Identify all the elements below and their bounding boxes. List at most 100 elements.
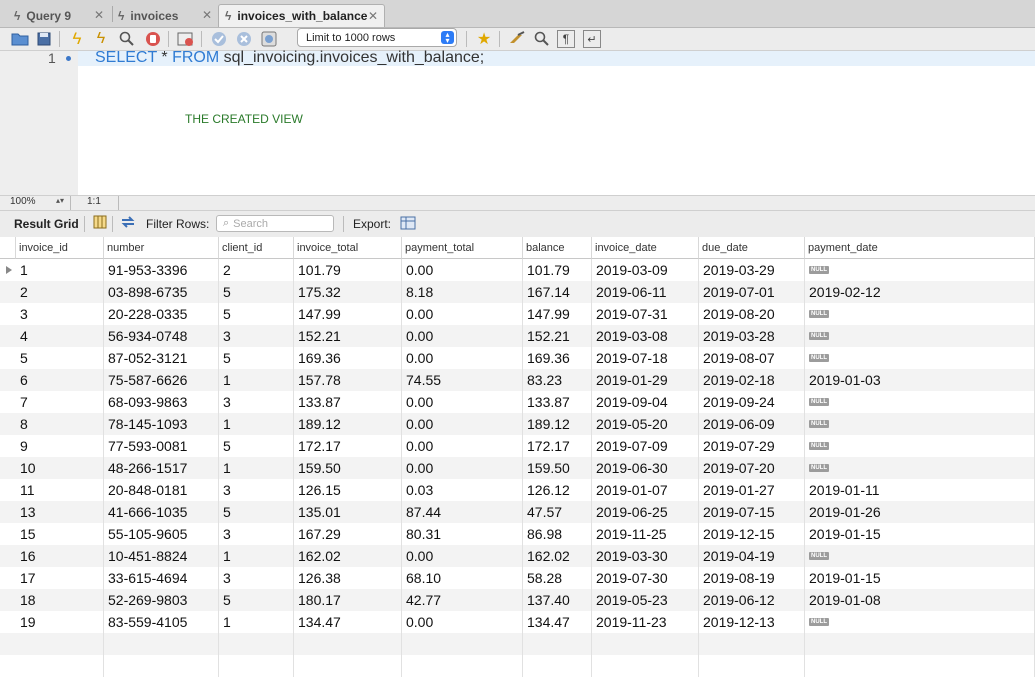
cell-number[interactable]: 78-145-1093 xyxy=(104,413,219,435)
cell-invoice-id[interactable]: 15 xyxy=(16,523,104,545)
cell-payment-total[interactable]: 0.00 xyxy=(402,325,523,347)
cell-payment-total[interactable]: 87.44 xyxy=(402,501,523,523)
tab-query-9[interactable]: ϟ Query 9 ✕ xyxy=(14,4,110,27)
stop-icon[interactable] xyxy=(143,29,163,49)
cell-number[interactable] xyxy=(104,655,219,677)
refresh-icon[interactable] xyxy=(120,215,136,232)
tab-invoices-with-balance[interactable]: ϟ invoices_with_balance ✕ xyxy=(218,4,385,27)
cell-number[interactable]: 75-587-6626 xyxy=(104,369,219,391)
filter-search-input[interactable]: ⌕ Search xyxy=(216,215,334,232)
cell-invoice-total[interactable]: 175.32 xyxy=(294,281,402,303)
cell-due-date[interactable]: 2019-04-19 xyxy=(699,545,805,567)
cell-number[interactable]: 41-666-1035 xyxy=(104,501,219,523)
cell-payment-total[interactable]: 0.00 xyxy=(402,391,523,413)
cell-due-date[interactable]: 2019-07-15 xyxy=(699,501,805,523)
cell-due-date[interactable]: 2019-12-15 xyxy=(699,523,805,545)
cell-invoice-id[interactable] xyxy=(16,655,104,677)
cell-invoice-id[interactable]: 3 xyxy=(16,303,104,325)
cell-number[interactable]: 03-898-6735 xyxy=(104,281,219,303)
cell-invoice-date[interactable]: 2019-07-31 xyxy=(592,303,699,325)
column-header-invoice-date[interactable]: invoice_date xyxy=(592,237,699,259)
cell-invoice-id[interactable]: 16 xyxy=(16,545,104,567)
cell-invoice-id[interactable]: 5 xyxy=(16,347,104,369)
cell-payment-total[interactable]: 0.00 xyxy=(402,611,523,633)
cell-balance[interactable]: 58.28 xyxy=(523,567,592,589)
cell-balance[interactable]: 147.99 xyxy=(523,303,592,325)
cell-balance[interactable]: 133.87 xyxy=(523,391,592,413)
cell-invoice-date[interactable]: 2019-03-08 xyxy=(592,325,699,347)
cell-client-id[interactable]: 3 xyxy=(219,325,294,347)
cell-client-id[interactable] xyxy=(219,633,294,655)
cell-balance[interactable]: 83.23 xyxy=(523,369,592,391)
cell-invoice-date[interactable]: 2019-11-23 xyxy=(592,611,699,633)
cell-invoice-id[interactable]: 2 xyxy=(16,281,104,303)
cell-due-date[interactable]: 2019-07-01 xyxy=(699,281,805,303)
cell-balance[interactable] xyxy=(523,633,592,655)
cell-invoice-id[interactable]: 17 xyxy=(16,567,104,589)
cell-invoice-total[interactable]: 133.87 xyxy=(294,391,402,413)
cell-payment-total[interactable]: 68.10 xyxy=(402,567,523,589)
cell-due-date[interactable]: 2019-07-20 xyxy=(699,457,805,479)
cell-invoice-total[interactable]: 159.50 xyxy=(294,457,402,479)
cell-payment-total[interactable] xyxy=(402,655,523,677)
cell-invoice-date[interactable]: 2019-03-30 xyxy=(592,545,699,567)
cell-payment-date[interactable]: NULL xyxy=(805,435,1035,457)
cell-client-id[interactable]: 1 xyxy=(219,413,294,435)
cell-client-id[interactable]: 5 xyxy=(219,435,294,457)
cell-number[interactable]: 52-269-9803 xyxy=(104,589,219,611)
cell-number[interactable]: 48-266-1517 xyxy=(104,457,219,479)
cell-payment-date[interactable] xyxy=(805,655,1035,677)
table-row[interactable]: 19 83-559-4105 1 134.47 0.00 134.47 2019-11-23… xyxy=(0,611,1035,633)
cell-invoice-date[interactable]: 2019-05-23 xyxy=(592,589,699,611)
table-row[interactable]: 1 91-953-3396 2 101.79 0.00 101.79 2019-03-09 2… xyxy=(0,259,1035,281)
cell-payment-total[interactable]: 0.00 xyxy=(402,435,523,457)
table-row[interactable]: 8 78-145-1093 1 189.12 0.00 189.12 2019-05-20 2… xyxy=(0,413,1035,435)
table-row[interactable]: 18 52-269-9803 5 180.17 42.77 137.40 2019-05-2… xyxy=(0,589,1035,611)
cell-invoice-total[interactable]: 189.12 xyxy=(294,413,402,435)
column-header-payment-total[interactable]: payment_total xyxy=(402,237,523,259)
cell-client-id[interactable]: 5 xyxy=(219,501,294,523)
cell-payment-total[interactable]: 0.00 xyxy=(402,347,523,369)
cell-client-id[interactable]: 1 xyxy=(219,369,294,391)
execute-icon[interactable]: ϟ xyxy=(67,29,87,49)
cell-invoice-date[interactable] xyxy=(592,633,699,655)
cell-invoice-total[interactable]: 126.15 xyxy=(294,479,402,501)
cell-invoice-id[interactable]: 13 xyxy=(16,501,104,523)
cell-payment-total[interactable]: 0.00 xyxy=(402,413,523,435)
save-icon[interactable] xyxy=(34,29,54,49)
sql-editor[interactable]: 1 SELECT * FROM sql_invoicing.invoices_w… xyxy=(0,49,1035,195)
rollback-icon[interactable] xyxy=(234,29,254,49)
grid-layout-icon[interactable] xyxy=(93,215,107,232)
cell-balance[interactable] xyxy=(523,655,592,677)
cell-due-date[interactable]: 2019-08-07 xyxy=(699,347,805,369)
cell-payment-date[interactable]: 2019-01-26 xyxy=(805,501,1035,523)
cell-invoice-date[interactable] xyxy=(592,655,699,677)
cell-due-date[interactable]: 2019-12-13 xyxy=(699,611,805,633)
cell-payment-date[interactable]: 2019-02-12 xyxy=(805,281,1035,303)
cell-payment-date[interactable]: NULL xyxy=(805,259,1035,281)
table-row[interactable]: 13 41-666-1035 5 135.01 87.44 47.57 2019-06-25… xyxy=(0,501,1035,523)
table-row[interactable]: 2 03-898-6735 5 175.32 8.18 167.14 2019-06-11 2… xyxy=(0,281,1035,303)
cell-number[interactable]: 83-559-4105 xyxy=(104,611,219,633)
cell-payment-date[interactable]: NULL xyxy=(805,413,1035,435)
cell-invoice-date[interactable]: 2019-07-09 xyxy=(592,435,699,457)
export-icon[interactable] xyxy=(400,215,418,234)
table-row[interactable]: 16 10-451-8824 1 162.02 0.00 162.02 2019-03-30… xyxy=(0,545,1035,567)
cell-payment-date[interactable]: 2019-01-11 xyxy=(805,479,1035,501)
close-icon[interactable]: ✕ xyxy=(202,8,212,22)
cell-due-date[interactable]: 2019-06-09 xyxy=(699,413,805,435)
cell-invoice-total[interactable]: 172.17 xyxy=(294,435,402,457)
cell-due-date[interactable]: 2019-08-20 xyxy=(699,303,805,325)
cell-invoice-total[interactable]: 157.78 xyxy=(294,369,402,391)
cell-invoice-id[interactable]: 4 xyxy=(16,325,104,347)
cell-invoice-date[interactable]: 2019-07-30 xyxy=(592,567,699,589)
autocommit-icon[interactable] xyxy=(259,29,279,49)
cell-number[interactable]: 56-934-0748 xyxy=(104,325,219,347)
table-row[interactable]: 6 75-587-6626 1 157.78 74.55 83.23 2019-01-29 2… xyxy=(0,369,1035,391)
cell-payment-total[interactable]: 0.00 xyxy=(402,259,523,281)
cell-number[interactable]: 55-105-9605 xyxy=(104,523,219,545)
cell-invoice-total[interactable]: 162.02 xyxy=(294,545,402,567)
cell-number[interactable]: 87-052-3121 xyxy=(104,347,219,369)
cell-due-date[interactable]: 2019-03-29 xyxy=(699,259,805,281)
cell-invoice-id[interactable]: 19 xyxy=(16,611,104,633)
